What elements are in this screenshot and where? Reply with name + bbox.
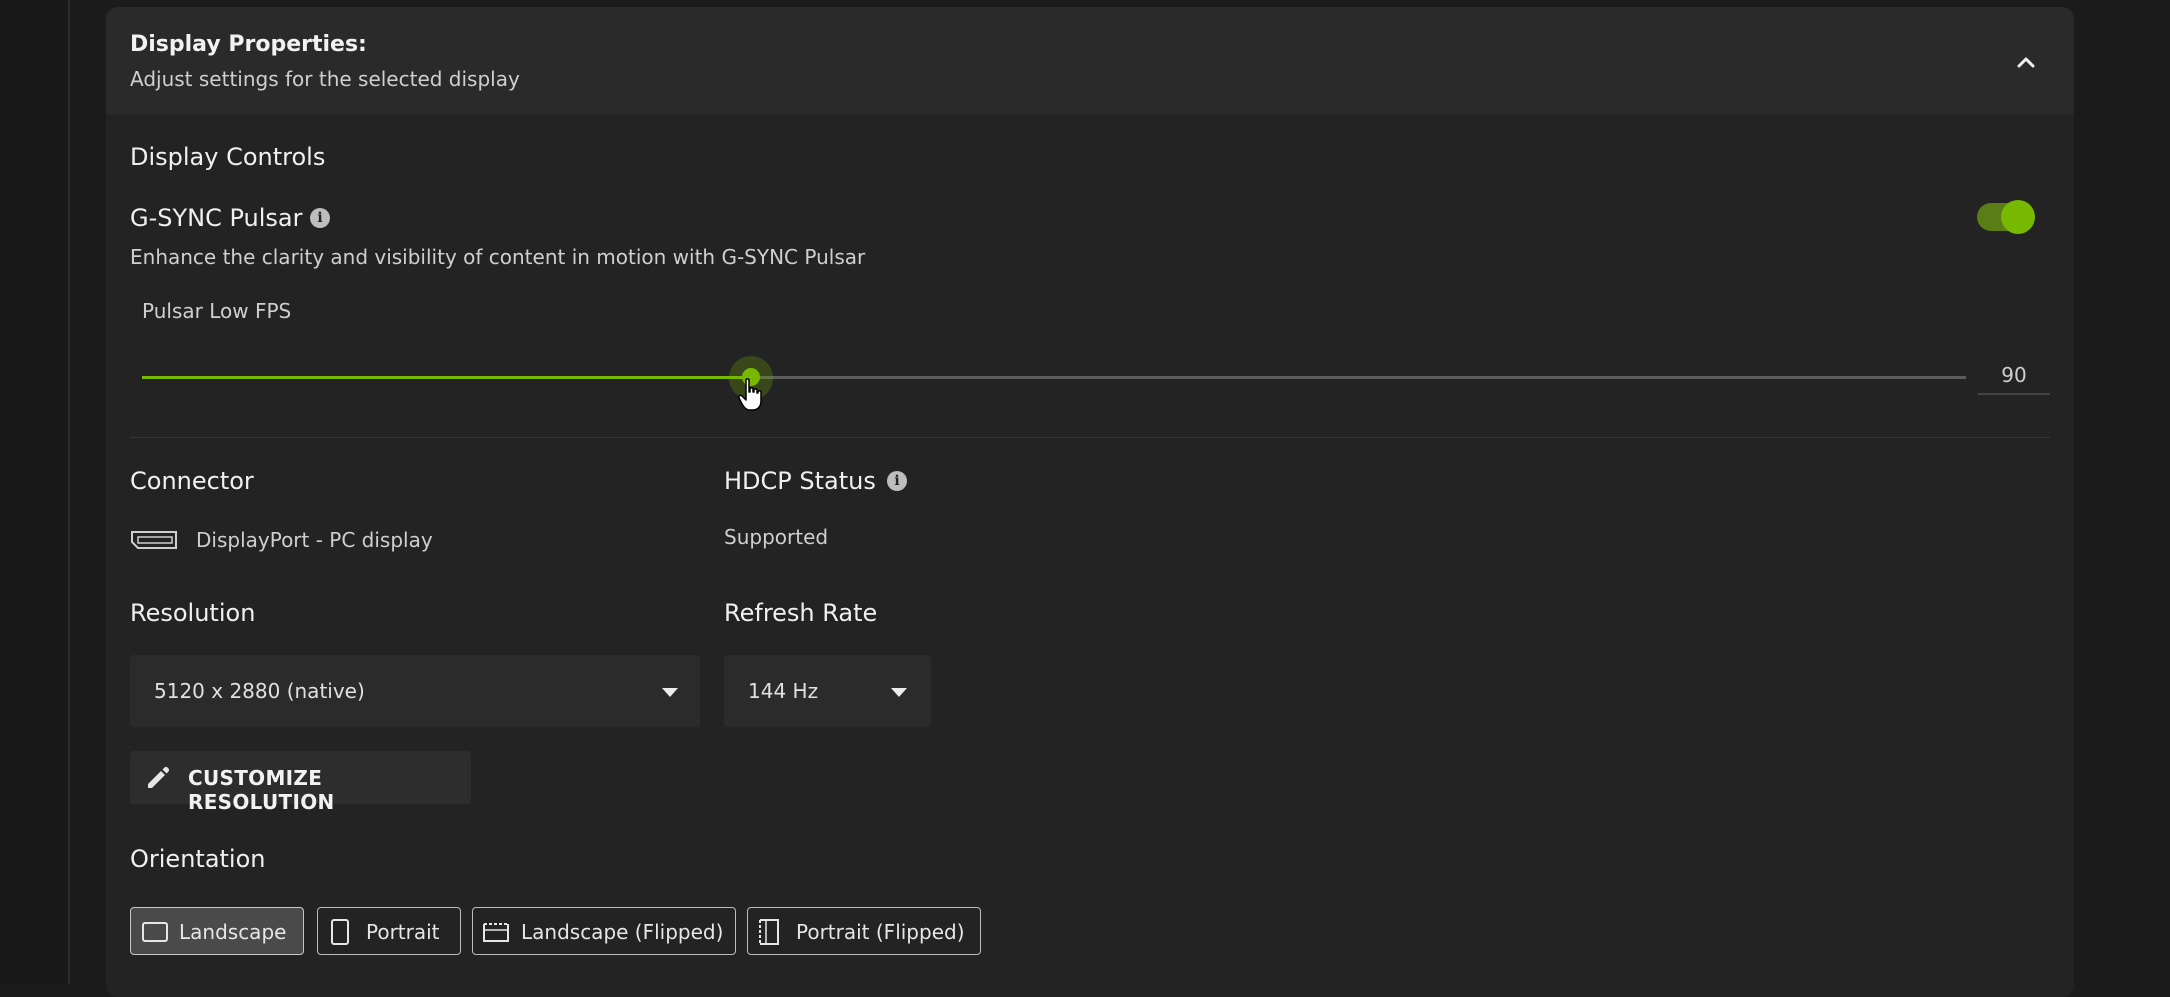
orientation-landscape-flipped-button[interactable]: Landscape (Flipped) xyxy=(472,907,736,955)
orientation-landscape-label: Landscape xyxy=(179,920,287,944)
resolution-dropdown[interactable]: 5120 x 2880 (native) xyxy=(130,655,700,727)
panel-header[interactable]: Display Properties: Adjust settings for … xyxy=(106,7,2074,115)
orientation-portrait-flipped-button[interactable]: Portrait (Flipped) xyxy=(747,907,981,955)
orientation-landscape-flipped-label: Landscape (Flipped) xyxy=(521,920,724,944)
pulsar-low-fps-value[interactable]: 90 xyxy=(1978,355,2050,395)
hdcp-status-value: Supported xyxy=(724,525,829,549)
caret-down-icon xyxy=(662,688,678,697)
resolution-selected: 5120 x 2880 (native) xyxy=(154,679,365,703)
pencil-icon xyxy=(144,764,172,796)
orientation-landscape-button[interactable]: Landscape xyxy=(130,907,304,955)
pulsar-low-fps-label: Pulsar Low FPS xyxy=(142,299,292,323)
hdcp-info-icon[interactable]: i xyxy=(887,471,907,491)
customize-resolution-label: CUSTOMIZE RESOLUTION xyxy=(188,766,335,814)
orientation-portrait-button[interactable]: Portrait xyxy=(317,907,461,955)
portrait-flipped-icon xyxy=(756,918,784,950)
gsync-pulsar-label: G-SYNC Pulsar xyxy=(130,204,303,232)
caret-down-icon xyxy=(891,688,907,697)
panel-title: Display Properties: xyxy=(130,32,367,57)
hdcp-status-label: HDCP Status xyxy=(724,467,876,495)
orientation-label: Orientation xyxy=(130,845,266,873)
refresh-rate-selected: 144 Hz xyxy=(748,679,819,703)
orientation-portrait-label: Portrait xyxy=(366,920,440,944)
gsync-pulsar-description: Enhance the clarity and visibility of co… xyxy=(130,245,866,269)
refresh-rate-dropdown[interactable]: 144 Hz xyxy=(724,655,931,727)
gsync-pulsar-toggle[interactable] xyxy=(1977,200,2035,234)
landscape-icon xyxy=(141,920,169,948)
collapse-chevron-up-icon[interactable] xyxy=(2012,48,2040,76)
connector-label: Connector xyxy=(130,467,254,495)
resolution-label: Resolution xyxy=(130,599,256,627)
hand-cursor-icon xyxy=(738,378,764,416)
toggle-knob xyxy=(2001,200,2035,234)
slider-fill xyxy=(142,376,751,379)
customize-resolution-button[interactable]: CUSTOMIZE RESOLUTION xyxy=(130,751,471,814)
left-rail xyxy=(0,0,70,984)
displayport-icon xyxy=(130,530,178,554)
display-controls-heading: Display Controls xyxy=(130,143,326,171)
gsync-info-icon[interactable]: i xyxy=(310,208,330,228)
pulsar-low-fps-slider[interactable] xyxy=(142,356,1966,400)
refresh-rate-label: Refresh Rate xyxy=(724,599,878,627)
orientation-portrait-flipped-label: Portrait (Flipped) xyxy=(796,920,965,944)
display-properties-panel: Display Properties: Adjust settings for … xyxy=(106,7,2074,997)
section-divider xyxy=(130,437,2050,438)
landscape-flipped-icon xyxy=(481,920,511,948)
panel-subtitle: Adjust settings for the selected display xyxy=(130,67,520,91)
connector-value: DisplayPort - PC display xyxy=(196,528,433,552)
portrait-icon xyxy=(328,918,352,950)
